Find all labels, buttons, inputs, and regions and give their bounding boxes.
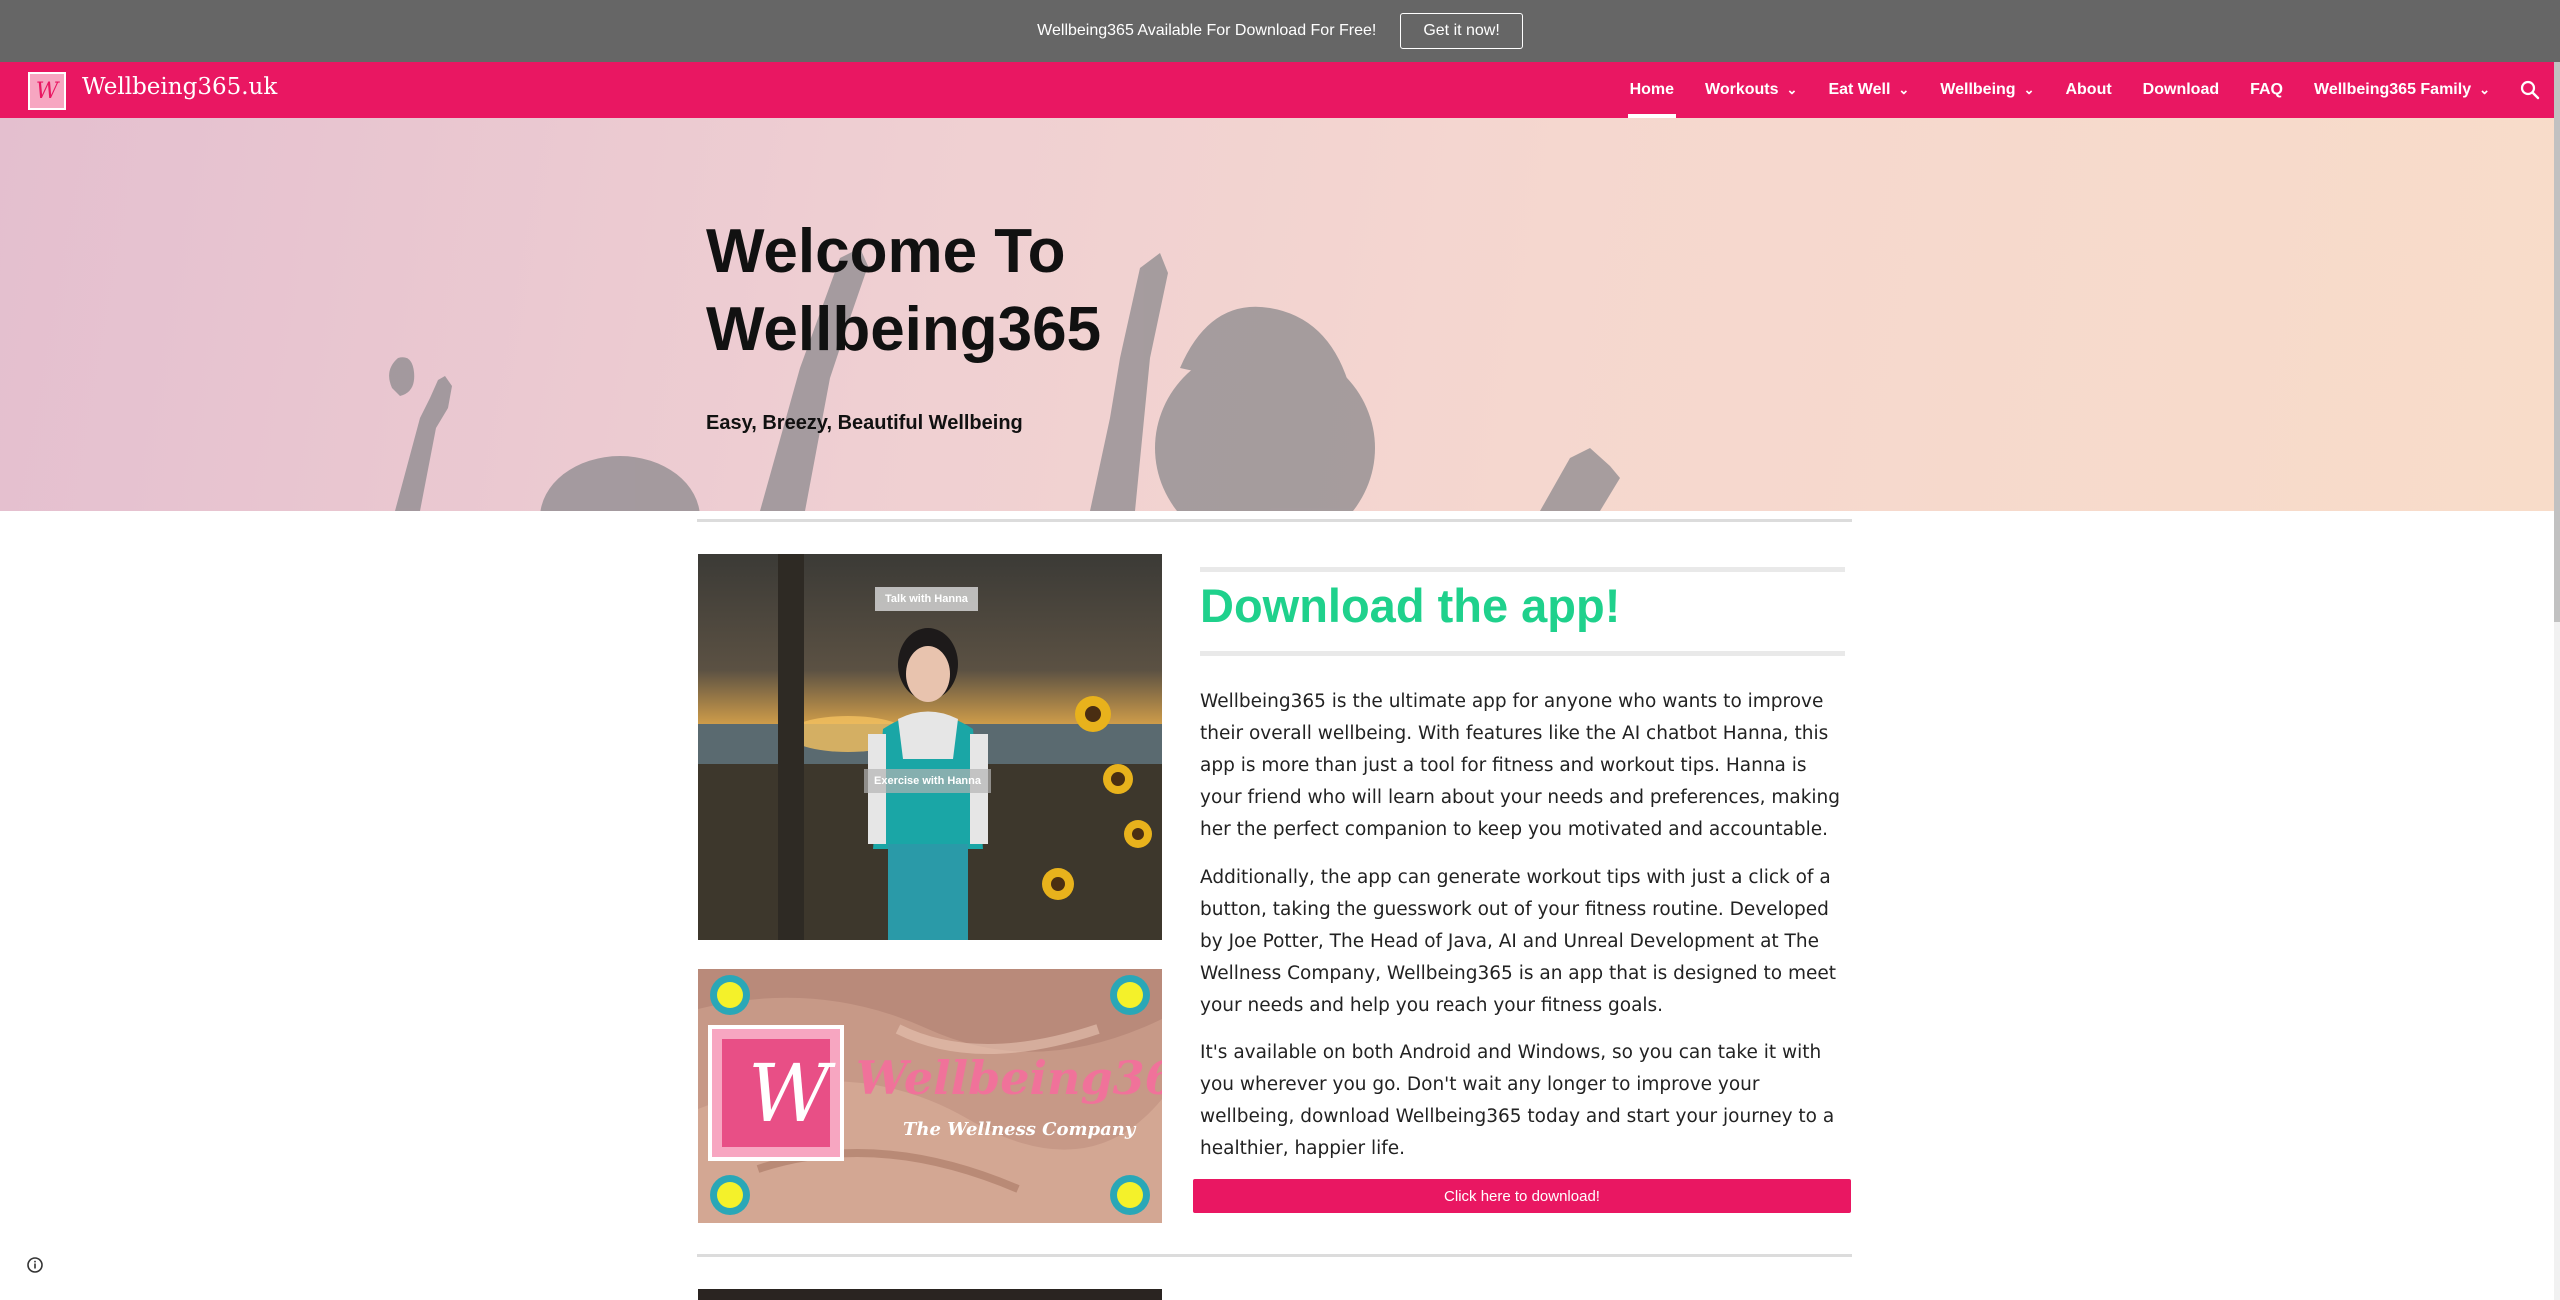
section-title: Download the app! <box>1200 579 1621 632</box>
nav-label: About <box>2065 81 2112 98</box>
main-nav: Home Workouts ⌄ Eat Well ⌄ Wellbeing ⌄ Abou… <box>1599 62 2490 118</box>
nav-label: Eat Well <box>1828 81 1891 98</box>
nav-label: Wellbeing365 Family <box>2314 81 2472 98</box>
section-divider <box>697 519 1852 522</box>
hero-banner: Welcome To Wellbeing365 Easy, Breezy, Be… <box>0 118 2554 511</box>
hero-title: Welcome To Wellbeing365 <box>706 213 1101 369</box>
paragraph-3: It's available on both Android and Windo… <box>1200 1042 1835 1159</box>
paragraph-1: Wellbeing365 is the ultimate app for any… <box>1200 691 1841 840</box>
logo-tagline: The Wellness Company <box>903 1119 1136 1140</box>
chevron-down-icon: ⌄ <box>1786 82 1798 97</box>
announcement-banner: Wellbeing365 Available For Download For … <box>0 0 2560 62</box>
talk-with-hanna-button: Talk with Hanna <box>875 587 978 611</box>
nav-item-wellbeing365-family[interactable]: Wellbeing365 Family ⌄ <box>2314 62 2490 118</box>
nav-item-eat-well[interactable]: Eat Well ⌄ <box>1828 62 1909 118</box>
hanna-scene <box>698 554 1162 940</box>
hero-title-line1: Welcome To <box>706 217 1066 286</box>
site-logo[interactable]: W <box>28 72 66 110</box>
site-header: W Wellbeing365.uk Home Workouts ⌄ Eat Wel… <box>0 62 2560 118</box>
paragraph-2: Additionally, the app can generate worko… <box>1200 867 1836 1016</box>
next-section-image <box>698 1289 1162 1300</box>
search-icon[interactable] <box>2518 78 2542 102</box>
nav-item-home[interactable]: Home <box>1627 62 1677 118</box>
site-title[interactable]: Wellbeing365.uk <box>82 74 277 100</box>
hanna-app-screenshot: Talk with Hanna Exercise with Hanna <box>698 554 1162 940</box>
nav-label: FAQ <box>2250 81 2283 98</box>
nav-label: Wellbeing <box>1940 81 2016 98</box>
scrollbar-thumb[interactable] <box>2554 62 2560 622</box>
logo-brand-text: Wellbeing365 <box>856 1051 1162 1105</box>
hero-title-line2: Wellbeing365 <box>706 295 1102 364</box>
nav-item-workouts[interactable]: Workouts ⌄ <box>1705 62 1797 118</box>
chevron-down-icon: ⌄ <box>2023 82 2035 97</box>
hero-subtitle: Easy, Breezy, Beautiful Wellbeing <box>706 412 1023 434</box>
chevron-down-icon: ⌄ <box>1898 82 1910 97</box>
wellbeing365-logo-banner: W Wellbeing365 The Wellness Company <box>698 969 1162 1223</box>
chevron-down-icon: ⌄ <box>2479 82 2490 97</box>
nav-label: Download <box>2142 81 2220 98</box>
exercise-with-hanna-button: Exercise with Hanna <box>864 769 991 793</box>
nav-label: Home <box>1629 81 1675 98</box>
section-divider <box>697 1254 1852 1257</box>
logo-letter: W <box>35 78 59 104</box>
get-it-now-button[interactable]: Get it now! <box>1400 13 1523 49</box>
title-rule-bottom <box>1200 651 1845 656</box>
nav-item-download[interactable]: Download <box>2143 62 2219 118</box>
info-icon[interactable] <box>26 1256 44 1274</box>
nav-item-about[interactable]: About <box>2065 62 2111 118</box>
nav-label: Workouts <box>1705 81 1779 98</box>
nav-item-faq[interactable]: FAQ <box>2250 62 2283 118</box>
title-rule-top <box>1200 567 1845 572</box>
hero-silhouettes <box>389 248 1620 511</box>
logo-letter: W <box>748 1047 831 1140</box>
download-button[interactable]: Click here to download! <box>1193 1179 1851 1213</box>
nav-item-wellbeing[interactable]: Wellbeing ⌄ <box>1940 62 2034 118</box>
banner-text: Wellbeing365 Available For Download For … <box>1037 22 1377 39</box>
